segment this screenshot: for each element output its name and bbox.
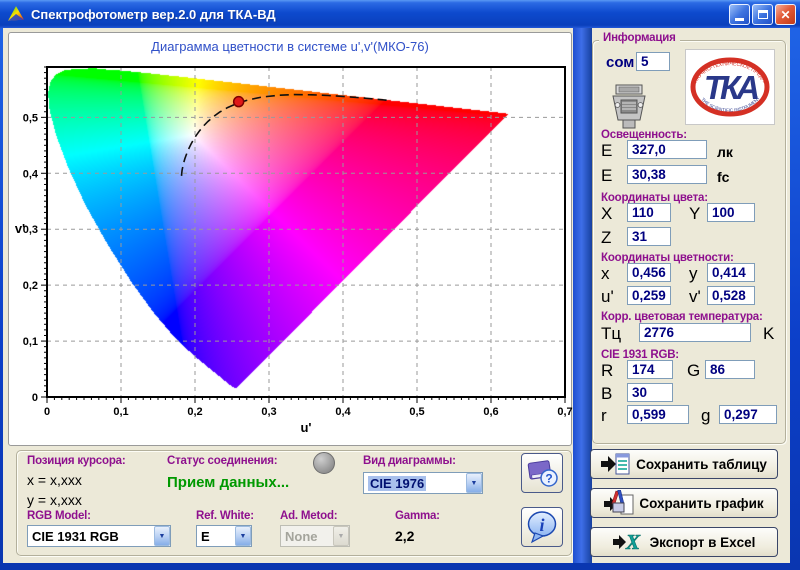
com-port-input[interactable] bbox=[636, 52, 670, 71]
information-panel: Информация сом bbox=[592, 40, 786, 444]
information-panel-title: Информация bbox=[599, 32, 680, 44]
maximize-icon bbox=[758, 10, 768, 19]
chromaticity-diagram-canvas[interactable] bbox=[47, 67, 565, 397]
y-tristimulus-input[interactable] bbox=[707, 203, 755, 222]
x-tristimulus-input[interactable] bbox=[627, 203, 671, 222]
svg-text:i: i bbox=[539, 515, 544, 535]
serial-port-icon bbox=[609, 83, 649, 131]
save-table-button[interactable]: Сохранить таблицу bbox=[590, 449, 778, 479]
chevron-down-icon[interactable]: ▼ bbox=[235, 526, 251, 546]
gamma-label: Gamma: bbox=[395, 510, 440, 522]
cursor-x-value: x = x,xxx bbox=[27, 472, 82, 488]
diagram-type-label: Вид диаграммы: bbox=[363, 455, 456, 467]
close-icon: ✕ bbox=[780, 9, 790, 21]
small-g-sym: g bbox=[701, 406, 710, 426]
vertical-divider bbox=[573, 28, 592, 563]
save-graph-icon bbox=[604, 490, 634, 516]
controls-panel: Позиция курсора: x = x,xxx y = x,xxx Ста… bbox=[16, 450, 572, 556]
illuminance-e-fc-sym: E bbox=[601, 166, 612, 186]
ref-white-combobox[interactable]: E ▼ bbox=[196, 525, 252, 547]
rgb-b-input[interactable] bbox=[627, 383, 673, 402]
small-r-sym: r bbox=[601, 406, 607, 426]
export-excel-icon: X bbox=[613, 531, 645, 553]
illuminance-fc-input[interactable] bbox=[627, 165, 707, 184]
kelvin-unit: K bbox=[763, 324, 774, 344]
b-sym: B bbox=[601, 384, 612, 404]
connection-status-label: Статус соединения: bbox=[167, 455, 277, 467]
tka-logo: ТКА НАУЧНО-ТЕХНИЧЕСКОЕ ПРЕДПРИЯТИЕ THE S… bbox=[685, 49, 775, 125]
save-table-icon bbox=[601, 452, 631, 476]
book-help-icon: ? bbox=[525, 457, 559, 489]
chevron-down-icon[interactable]: ▼ bbox=[154, 526, 170, 546]
cursor-y-value: y = x,xxx bbox=[27, 492, 82, 508]
window-content: Диаграмма цветности в системе u',v'(МКО-… bbox=[3, 28, 790, 563]
chart-title: Диаграмма цветности в системе u',v'(МКО-… bbox=[9, 39, 571, 54]
chevron-down-icon[interactable]: ▼ bbox=[466, 473, 482, 493]
save-graph-button[interactable]: Сохранить график bbox=[590, 488, 778, 518]
cct-sym: Тц bbox=[601, 324, 621, 344]
y-sym: Y bbox=[689, 204, 700, 224]
diagram-type-combobox[interactable]: CIE 1976 ▼ bbox=[363, 472, 483, 494]
ref-white-label: Ref. White: bbox=[196, 510, 254, 522]
app-window: Спектрофотометр вер.2.0 для ТКА-ВД ✕ Диа… bbox=[0, 0, 800, 570]
com-port-label: сом bbox=[606, 54, 634, 71]
export-excel-label: Экспорт в Excel bbox=[650, 535, 756, 550]
z-tristimulus-input[interactable] bbox=[627, 227, 671, 246]
export-excel-button[interactable]: X Экспорт в Excel bbox=[590, 527, 778, 557]
chevron-down-icon: ▼ bbox=[333, 526, 349, 546]
cursor-position-label: Позиция курсора: bbox=[27, 455, 125, 467]
cct-label: Корр. цветовая температура: bbox=[601, 311, 763, 323]
status-text: Прием данных... bbox=[167, 474, 289, 491]
illuminance-e-lux-sym: E bbox=[601, 141, 612, 161]
rgb-small-r-input[interactable] bbox=[627, 405, 689, 424]
chroma-v-input[interactable] bbox=[707, 286, 755, 305]
rgb-g-input[interactable] bbox=[705, 360, 755, 379]
title-bar: Спектрофотометр вер.2.0 для ТКА-ВД ✕ bbox=[0, 0, 800, 28]
x-sym: X bbox=[601, 204, 612, 224]
rgb-r-input[interactable] bbox=[627, 360, 673, 379]
fc-unit: fc bbox=[717, 169, 729, 185]
gamma-value: 2,2 bbox=[395, 528, 414, 544]
save-graph-label: Сохранить график bbox=[639, 496, 763, 511]
svg-text:?: ? bbox=[545, 472, 552, 486]
help-button[interactable]: ? bbox=[521, 453, 563, 493]
g-sym: G bbox=[687, 361, 700, 381]
u-prime-sym: u' bbox=[601, 287, 614, 307]
ref-white-value: E bbox=[201, 529, 210, 544]
diagram-type-value: CIE 1976 bbox=[368, 476, 426, 491]
rgb-model-combobox[interactable]: CIE 1931 RGB ▼ bbox=[27, 525, 171, 547]
cct-input[interactable] bbox=[639, 323, 751, 342]
lux-unit: лк bbox=[717, 144, 733, 160]
chroma-u-input[interactable] bbox=[627, 286, 671, 305]
status-indicator-circle bbox=[313, 452, 335, 474]
close-button[interactable]: ✕ bbox=[775, 4, 796, 25]
illuminance-lux-input[interactable] bbox=[627, 140, 707, 159]
minimize-button[interactable] bbox=[729, 4, 750, 25]
ad-metod-label: Ad. Metod: bbox=[280, 510, 337, 522]
rgb-model-label: RGB Model: bbox=[27, 510, 91, 522]
minimize-icon bbox=[735, 18, 744, 21]
svg-text:X: X bbox=[625, 531, 641, 553]
rgb-small-g-input[interactable] bbox=[719, 405, 777, 424]
save-table-label: Сохранить таблицу bbox=[636, 457, 767, 472]
tka-logo-text: ТКА bbox=[704, 69, 758, 106]
z-sym: Z bbox=[601, 228, 611, 248]
v-prime-sym: v' bbox=[689, 287, 701, 307]
info-button[interactable]: i bbox=[521, 507, 563, 547]
ad-metod-value: None bbox=[285, 529, 318, 544]
color-triangle-icon bbox=[7, 5, 25, 23]
ad-metod-combobox: None ▼ bbox=[280, 525, 350, 547]
r-sym: R bbox=[601, 361, 613, 381]
chroma-x-input[interactable] bbox=[627, 263, 671, 282]
small-y-sym: y bbox=[689, 264, 698, 284]
small-x-sym: x bbox=[601, 264, 610, 284]
info-bubble-icon: i bbox=[524, 510, 560, 544]
window-title: Спектрофотометр вер.2.0 для ТКА-ВД bbox=[31, 7, 276, 22]
rgb-model-value: CIE 1931 RGB bbox=[32, 529, 119, 544]
chroma-y-input[interactable] bbox=[707, 263, 755, 282]
maximize-button[interactable] bbox=[752, 4, 773, 25]
